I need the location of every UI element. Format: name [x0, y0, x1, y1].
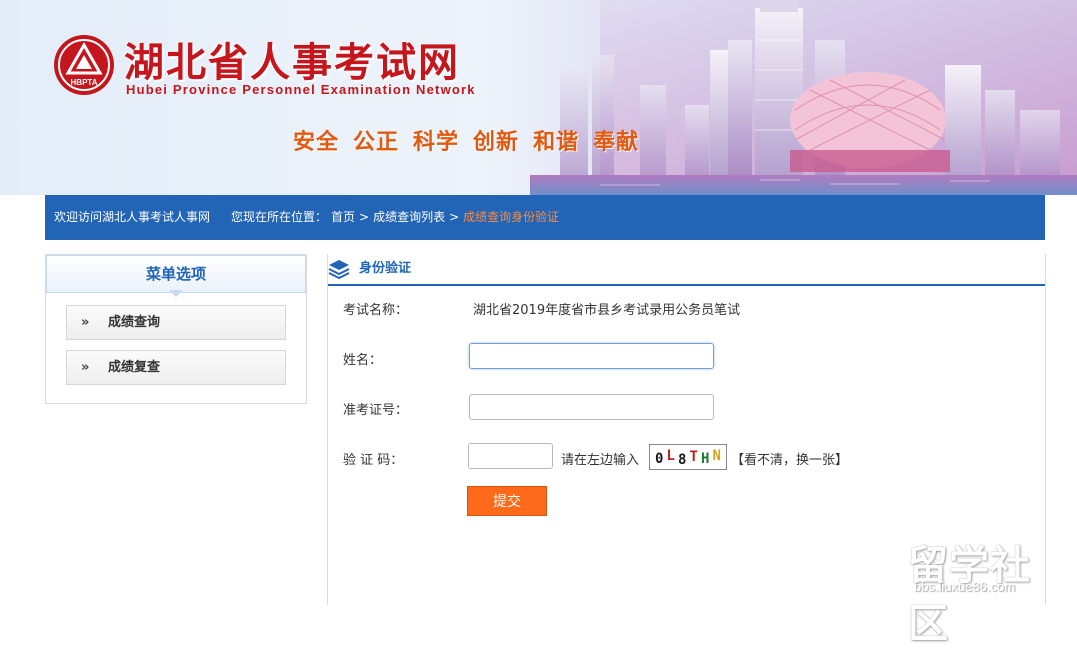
captcha-hint: 请在左边输入 [561, 453, 640, 468]
slogan: 安全 公正 科学 创新 和谐 奉献 [293, 124, 653, 156]
site-subtitle: Hubei Province Personnel Examination Net… [126, 82, 476, 97]
layers-icon [328, 260, 350, 280]
slogan-word: 和谐 [533, 130, 580, 155]
sidebar-item-score-recheck[interactable]: » 成绩复查 [66, 350, 286, 385]
name-label: 姓名： [343, 353, 383, 368]
exam-name-label: 考试名称： [343, 303, 409, 318]
breadcrumb-separator: > [449, 210, 460, 224]
watermark: 留学社区 bbs.liuxue86.com [904, 533, 1064, 647]
menu-title-arrow [169, 290, 183, 297]
svg-text:HBPTA: HBPTA [71, 78, 98, 87]
hbpta-logo-icon: HBPTA [54, 35, 114, 95]
watermark-url: bbs.liuxue86.com [914, 579, 1016, 594]
captcha-char: T [690, 449, 698, 465]
menu-title: 菜单选项 [145, 265, 206, 283]
exam-name-value: 湖北省2019年度省市县乡考试录用公务员笔试 [473, 303, 741, 318]
sidebar-item-label: 成绩查询 [108, 315, 161, 330]
panel-title: 身份验证 [359, 261, 412, 276]
site-title: 湖北省人事考试网 [124, 40, 460, 86]
captcha-char: 8 [678, 452, 686, 468]
site-header: HBPTA 湖北省人事考试网 Hubei Province Personnel … [0, 0, 1077, 195]
captcha-label: 验 证 码： [343, 453, 404, 468]
slogan-word: 科学 [413, 130, 460, 155]
nav-bar: 欢迎访问湖北人事考试人事网 您现在所在位置： 首页 > 成绩查询列表 > 成绩查询身份验… [45, 195, 1045, 240]
captcha-char: N [713, 448, 721, 464]
breadcrumb: 首页 > 成绩查询列表 > 成绩查询身份验证 [331, 195, 559, 240]
sidebar-item-label: 成绩复查 [108, 360, 161, 375]
breadcrumb-current: 成绩查询身份验证 [463, 210, 560, 224]
breadcrumb-link[interactable]: 成绩查询列表 [373, 210, 445, 224]
welcome-text: 欢迎访问湖北人事考试人事网 [54, 210, 211, 224]
submit-button[interactable]: 提交 [467, 486, 547, 516]
captcha-input[interactable] [468, 443, 553, 469]
captcha-char: H [701, 451, 709, 467]
slogan-word: 奉献 [593, 130, 640, 155]
breadcrumb-link[interactable]: 首页 [331, 210, 355, 224]
captcha-image[interactable]: 0L8THN [649, 444, 727, 470]
double-chevron-right-icon: » [81, 315, 90, 330]
slogan-word: 安全 [293, 130, 340, 155]
menu-title-box: 菜单选项 [46, 255, 306, 293]
panel-header: 身份验证 [328, 254, 1045, 286]
slogan-word: 公正 [353, 130, 400, 155]
slogan-word: 创新 [473, 130, 520, 155]
name-input[interactable] [469, 343, 714, 369]
captcha-char: L [667, 448, 675, 464]
sidebar-item-score-query[interactable]: » 成绩查询 [66, 305, 286, 340]
captcha-char: 0 [655, 451, 663, 467]
location-label: 您现在所在位置： [231, 210, 328, 224]
double-chevron-right-icon: » [81, 360, 90, 375]
refresh-captcha-link[interactable]: 【看不清，换一张】 [731, 449, 848, 468]
ticket-number-label: 准考证号： [343, 403, 409, 418]
breadcrumb-separator: > [359, 210, 370, 224]
sidebar-menu: 菜单选项 » 成绩查询 » 成绩复查 [45, 254, 307, 404]
ticket-number-input[interactable] [469, 394, 714, 420]
